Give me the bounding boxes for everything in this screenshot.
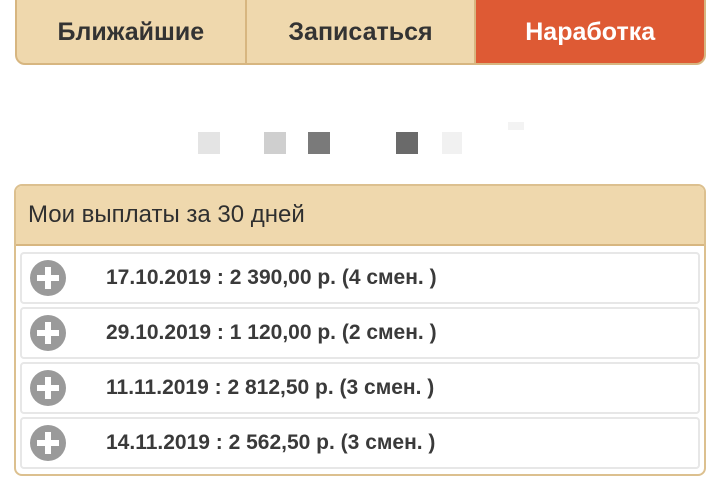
payment-row[interactable]: 14.11.2019 : 2 562,50 р. (3 смен. ) bbox=[20, 417, 700, 469]
payment-row[interactable]: 11.11.2019 : 2 812,50 р. (3 смен. ) bbox=[20, 362, 700, 414]
plus-circle-icon[interactable] bbox=[30, 260, 66, 296]
payments-panel: Мои выплаты за 30 дней 17.10.2019 : 2 39… bbox=[14, 184, 706, 476]
loading-dot bbox=[308, 132, 330, 154]
plus-circle-icon[interactable] bbox=[30, 370, 66, 406]
loading-dot bbox=[508, 122, 524, 130]
payments-title: Мои выплаты за 30 дней bbox=[16, 186, 704, 246]
tab-sign-up[interactable]: Записаться bbox=[244, 0, 475, 63]
loading-dot bbox=[442, 132, 462, 154]
payment-text: 29.10.2019 : 1 120,00 р. (2 смен. ) bbox=[106, 321, 437, 344]
tab-bar: Ближайшие Записаться Наработка bbox=[15, 0, 706, 65]
plus-circle-icon[interactable] bbox=[30, 315, 66, 351]
tab-nearest[interactable]: Ближайшие bbox=[17, 0, 245, 63]
plus-circle-icon[interactable] bbox=[30, 425, 66, 461]
payment-text: 14.11.2019 : 2 562,50 р. (3 смен. ) bbox=[106, 431, 436, 454]
loading-dot bbox=[198, 132, 220, 154]
payment-text: 11.11.2019 : 2 812,50 р. (3 смен. ) bbox=[106, 376, 435, 399]
payment-row[interactable]: 29.10.2019 : 1 120,00 р. (2 смен. ) bbox=[20, 307, 700, 359]
loading-dot bbox=[264, 132, 286, 154]
loading-indicator bbox=[198, 122, 528, 156]
loading-dot bbox=[396, 132, 418, 154]
payment-text: 17.10.2019 : 2 390,00 р. (4 смен. ) bbox=[106, 266, 437, 289]
payment-row[interactable]: 17.10.2019 : 2 390,00 р. (4 смен. ) bbox=[20, 252, 700, 304]
payments-list: 17.10.2019 : 2 390,00 р. (4 смен. ) 29.1… bbox=[16, 246, 704, 469]
tab-earnings[interactable]: Наработка bbox=[474, 0, 704, 63]
